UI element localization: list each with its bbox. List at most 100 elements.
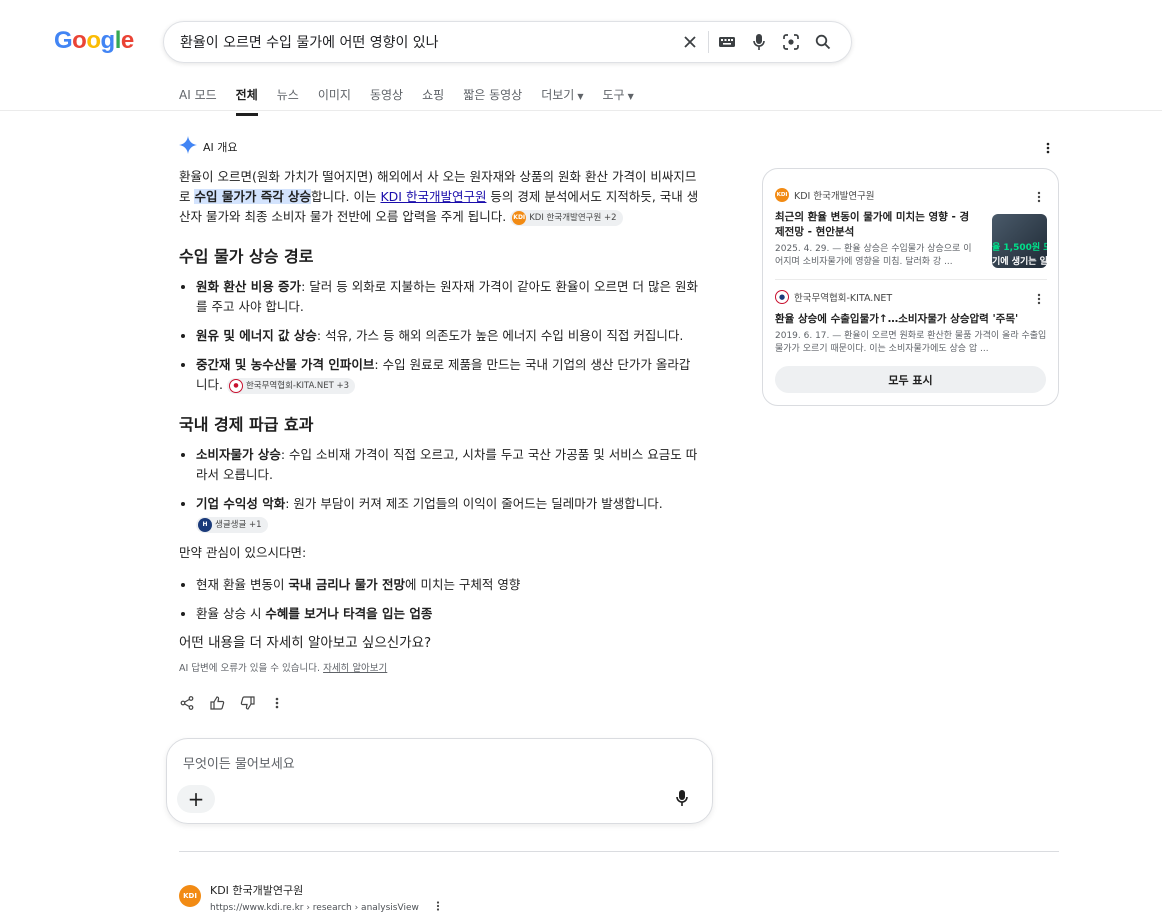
disclaimer-text: AI 답변에 오류가 있을 수 있습니다. — [179, 663, 321, 674]
tab-videos[interactable]: 동영상 — [370, 86, 403, 116]
source-card[interactable]: ● 한국무역협회-KITA.NET 환율 상승에 수출입물가↑…소비자물가 상승… — [775, 290, 1047, 356]
source-snippet: 2019. 6. 17. — 환율이 오르면 원화로 환산한 물품 가격이 올라… — [775, 331, 1047, 354]
result-url: https://www.kdi.re.kr › research › analy… — [210, 901, 440, 912]
result-url-text: https://www.kdi.re.kr › research › analy… — [210, 903, 419, 912]
thumbnail-text: 기에 생기는 일 — [992, 257, 1047, 267]
source-site-name: KDI 한국개발연구원 — [794, 191, 875, 202]
thumbs-down-icon[interactable] — [239, 695, 255, 711]
ai-intro-paragraph: 환율이 오르면(원화 가치가 떨어지면) 해외에서 사 오는 원자재와 상품의 … — [179, 167, 699, 227]
kdi-favicon-icon: KDI — [512, 210, 527, 225]
section-heading: 수입 물가 상승 경로 — [179, 247, 314, 266]
search-result[interactable]: KDI KDI 한국개발연구원 https://www.kdi.re.kr › … — [179, 882, 440, 912]
section-list: 원화 환산 비용 증가: 달러 등 외화로 지불하는 원자재 가격이 같아도 환… — [179, 277, 699, 395]
item-text: : 원가 부담이 커져 제조 기업들의 이익이 줄어드는 딜레마가 발생합니다. — [285, 496, 663, 511]
tab-shopping[interactable]: 쇼핑 — [422, 86, 444, 116]
section-list: 소비자물가 상승: 수입 소비재 가격이 직접 오르고, 시차를 두고 국산 가… — [179, 445, 699, 534]
show-all-button[interactable]: 모두 표시 — [775, 366, 1046, 393]
sources-panel: KDI KDI 한국개발연구원 최근의 환율 변동이 물가에 미치는 영향 - … — [762, 168, 1059, 406]
tab-ai-mode[interactable]: AI 모드 — [179, 86, 217, 116]
item-text: 에 미치는 구체적 영향 — [404, 577, 521, 592]
more-options-icon[interactable] — [1037, 188, 1041, 207]
item-text: 환율 상승 시 — [196, 606, 266, 621]
list-item: 현재 환율 변동이 국내 금리나 물가 전망에 미치는 구체적 영향 — [196, 575, 699, 595]
list-item: 환율 상승 시 수혜를 보거나 타격을 입는 업종 — [196, 604, 699, 624]
search-icon[interactable] — [807, 26, 839, 58]
list-item: 기업 수익성 악화: 원가 부담이 커져 제조 기업들의 이익이 줄어드는 딜레… — [196, 494, 699, 534]
list-item: 중간재 및 농수산물 가격 인파이브: 수입 원료로 제품을 만드는 국내 기업… — [196, 355, 699, 395]
source-site-name: 한국무역협회-KITA.NET — [794, 293, 893, 304]
tab-images[interactable]: 이미지 — [318, 86, 351, 116]
source-chip[interactable]: KDI KDI 한국개발연구원 +2 — [510, 209, 623, 226]
source-card[interactable]: KDI KDI 한국개발연구원 최근의 환율 변동이 물가에 미치는 영향 - … — [775, 188, 1047, 270]
tab-all[interactable]: 전체 — [235, 86, 258, 116]
item-bold: 원유 및 에너지 값 상승 — [196, 328, 317, 343]
chevron-down-icon: ▼ — [627, 92, 634, 101]
tab-short-videos[interactable]: 짧은 동영상 — [463, 86, 522, 116]
ask-input[interactable]: 무엇이든 물어보세요 — [183, 753, 295, 772]
tab-more[interactable]: 더보기 ▼ — [541, 86, 583, 116]
source-thumbnail[interactable]: 율 1,500원 모 기에 생기는 일 — [992, 214, 1047, 268]
item-bold: 국내 금리나 물가 전망 — [288, 577, 405, 592]
sparkle-icon — [179, 136, 197, 157]
source-chip[interactable]: H 생글생글 +1 — [196, 516, 268, 533]
search-input[interactable]: 환율이 오르면 수입 물가에 어떤 영향이 있나 — [180, 32, 674, 52]
add-button[interactable]: + — [177, 785, 215, 813]
item-bold: 수혜를 보거나 타격을 입는 업종 — [265, 606, 433, 621]
search-divider — [708, 31, 709, 53]
kdi-favicon-icon: KDI — [775, 188, 789, 202]
kdi-link[interactable]: KDI 한국개발연구원 — [380, 189, 486, 204]
followup-question: 어떤 내용을 더 자세히 알아보고 싶으신가요? — [179, 635, 432, 651]
ask-input-box[interactable]: 무엇이든 물어보세요 + — [166, 738, 713, 824]
more-options-icon[interactable] — [269, 695, 285, 711]
source-site: KDI KDI 한국개발연구원 — [775, 188, 1047, 202]
item-bold: 기업 수익성 악화 — [196, 496, 286, 511]
search-tabs: AI 모드 전체 뉴스 이미지 동영상 쇼핑 짧은 동영상 더보기 ▼ 도구 ▼ — [179, 86, 634, 116]
more-options-icon[interactable] — [1046, 139, 1050, 158]
source-site: ● 한국무역협회-KITA.NET — [775, 290, 1047, 304]
chevron-down-icon: ▼ — [577, 92, 584, 101]
source-title[interactable]: 최근의 환율 변동이 물가에 미치는 영향 - 경제전망 - 현안분석 — [775, 210, 975, 240]
followup-intro: 만약 관심이 있으시다면: — [179, 545, 307, 560]
list-item: 원화 환산 비용 증가: 달러 등 외화로 지불하는 원자재 가격이 같아도 환… — [196, 277, 699, 317]
kdi-favicon-icon: KDI — [179, 885, 201, 907]
item-bold: 원화 환산 비용 증가 — [196, 279, 302, 294]
section-heading: 국내 경제 파급 효과 — [179, 415, 314, 434]
more-options-icon[interactable] — [436, 901, 440, 912]
microphone-icon[interactable] — [676, 789, 688, 811]
tab-tools[interactable]: 도구 ▼ — [602, 86, 633, 116]
intro-text: 합니다. 이는 — [311, 189, 381, 204]
result-site-name[interactable]: KDI 한국개발연구원 — [210, 882, 440, 898]
lens-camera-icon[interactable] — [775, 26, 807, 58]
learn-more-link[interactable]: 자세히 알아보기 — [323, 663, 387, 674]
intro-highlight: 수입 물가가 즉각 상승 — [194, 189, 312, 204]
thumbs-up-icon[interactable] — [209, 695, 225, 711]
hankyung-favicon-icon: H — [198, 517, 212, 532]
kita-favicon-icon: ● — [775, 290, 789, 304]
source-chip-label: KDI 한국개발연구원 +2 — [529, 212, 617, 223]
item-bold: 중간재 및 농수산물 가격 인파이브 — [196, 357, 375, 372]
tab-news[interactable]: 뉴스 — [277, 86, 299, 116]
result-meta: KDI 한국개발연구원 https://www.kdi.re.kr › rese… — [210, 882, 440, 912]
source-title[interactable]: 환율 상승에 수출입물가↑…소비자물가 상승압력 '주목' — [775, 312, 1047, 327]
header-divider — [0, 110, 1162, 111]
ai-overview-header: AI 개요 — [179, 136, 238, 157]
search-box[interactable]: 환율이 오르면 수입 물가에 어떤 영향이 있나 — [163, 21, 852, 63]
more-options-icon[interactable] — [1037, 290, 1041, 309]
tab-more-label: 더보기 — [541, 88, 575, 102]
source-chip[interactable]: ● 한국무역협회-KITA.NET +3 — [226, 377, 356, 394]
results-divider — [179, 851, 1059, 852]
clear-icon[interactable] — [674, 26, 706, 58]
tab-tools-label: 도구 — [602, 88, 625, 102]
item-text: : 석유, 가스 등 해외 의존도가 높은 에너지 수입 비용이 직접 커집니다… — [316, 328, 684, 343]
source-divider — [775, 279, 1047, 280]
ai-actions — [179, 695, 285, 711]
thumbnail-text: 율 1,500원 모 — [992, 243, 1047, 253]
list-item: 소비자물가 상승: 수입 소비재 가격이 직접 오르고, 시차를 두고 국산 가… — [196, 445, 699, 485]
share-icon[interactable] — [179, 695, 195, 711]
ai-overview-body: 환율이 오르면(원화 가치가 떨어지면) 해외에서 사 오는 원자재와 상품의 … — [179, 167, 699, 679]
microphone-icon[interactable] — [743, 26, 775, 58]
item-text: 현재 환율 변동이 — [196, 577, 289, 592]
ai-overview-label: AI 개요 — [203, 140, 238, 154]
keyboard-icon[interactable] — [711, 26, 743, 58]
google-logo[interactable]: Google — [54, 27, 134, 55]
